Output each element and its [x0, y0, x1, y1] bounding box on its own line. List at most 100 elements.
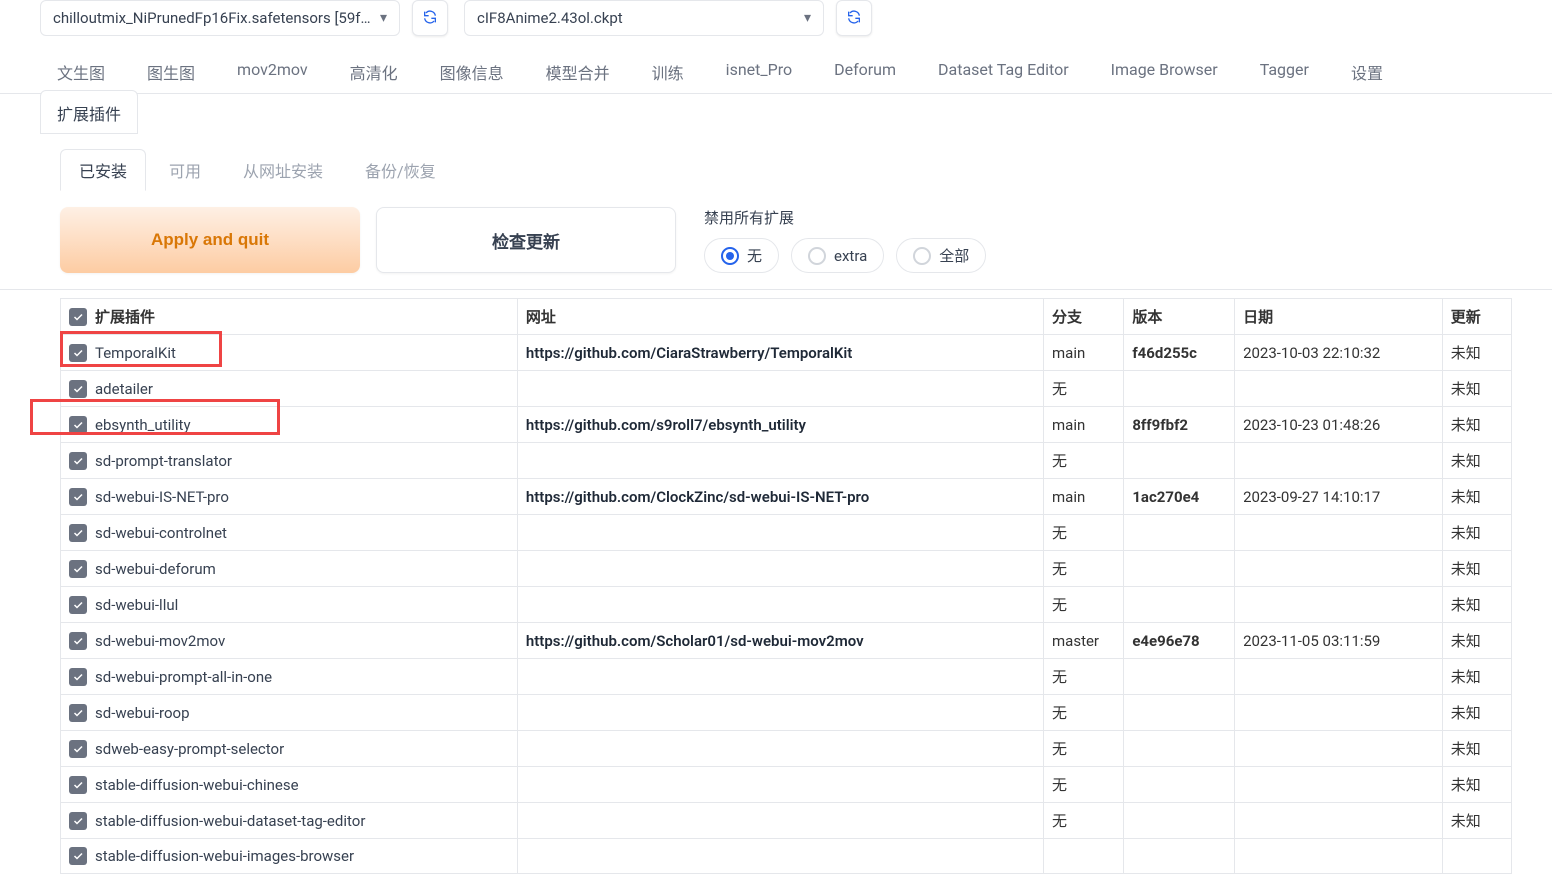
- table-row: sd-webui-deforum 无 未知: [61, 551, 1512, 587]
- extension-update: [1442, 839, 1511, 874]
- main-tab-4[interactable]: 图像信息: [423, 49, 521, 94]
- model-select-1[interactable]: chilloutmix_NiPrunedFp16Fix.safetensors …: [40, 0, 400, 36]
- extension-date: [1235, 731, 1443, 767]
- refresh-model-1-button[interactable]: [412, 0, 448, 36]
- extension-version: [1124, 443, 1235, 479]
- th-name-text: 扩展插件: [95, 306, 155, 327]
- row-checkbox[interactable]: [69, 740, 87, 758]
- row-checkbox[interactable]: [69, 524, 87, 542]
- extension-url: [517, 767, 1043, 803]
- extension-branch: 无: [1044, 443, 1124, 479]
- row-checkbox[interactable]: [69, 416, 87, 434]
- refresh-model-2-button[interactable]: [836, 0, 872, 36]
- extension-branch: main: [1044, 407, 1124, 443]
- extension-date: [1235, 551, 1443, 587]
- extension-date: [1235, 371, 1443, 407]
- extension-branch: main: [1044, 479, 1124, 515]
- row-checkbox[interactable]: [69, 452, 87, 470]
- main-tab-1[interactable]: 图生图: [130, 49, 212, 94]
- model-select-2[interactable]: cIF8Anime2.43ol.ckpt ▾: [464, 0, 824, 36]
- select-all-checkbox[interactable]: [69, 308, 87, 326]
- extension-version: [1124, 839, 1235, 874]
- extension-url: [517, 803, 1043, 839]
- row-checkbox[interactable]: [69, 632, 87, 650]
- main-tab-5[interactable]: 模型合并: [529, 49, 627, 94]
- main-tab-9[interactable]: Dataset Tag Editor: [921, 49, 1086, 94]
- radio-circle: [721, 247, 739, 265]
- extension-version: 1ac270e4: [1124, 479, 1235, 515]
- extension-name: TemporalKit: [95, 344, 176, 362]
- extension-update: 未知: [1442, 551, 1511, 587]
- extension-url: [517, 839, 1043, 874]
- extension-url: [517, 695, 1043, 731]
- extension-name: sd-webui-IS-NET-pro: [95, 488, 229, 506]
- table-row: stable-diffusion-webui-dataset-tag-edito…: [61, 803, 1512, 839]
- table-row: sd-webui-llul无未知: [61, 587, 1512, 623]
- extension-branch: [1044, 839, 1124, 874]
- radio-circle: [913, 247, 931, 265]
- extension-branch: 无: [1044, 371, 1124, 407]
- extension-url: https://github.com/ClockZinc/sd-webui-IS…: [517, 479, 1043, 515]
- main-tab-extensions[interactable]: 扩展插件: [40, 90, 138, 134]
- extension-url: https://github.com/CiaraStrawberry/Tempo…: [517, 335, 1043, 371]
- extension-update: 未知: [1442, 371, 1511, 407]
- row-checkbox[interactable]: [69, 560, 87, 578]
- extension-branch: main: [1044, 335, 1124, 371]
- table-row: TemporalKit https://github.com/CiaraStraw…: [61, 335, 1512, 371]
- main-tab-2[interactable]: mov2mov: [220, 49, 325, 94]
- row-checkbox[interactable]: [69, 776, 87, 794]
- extension-version: e4e96e78: [1124, 623, 1235, 659]
- extension-name: sd-webui-deforum: [95, 560, 216, 578]
- table-row: sd-webui-mov2movhttps://github.com/Schol…: [61, 623, 1512, 659]
- row-checkbox[interactable]: [69, 704, 87, 722]
- disable-all-extensions-label: 禁用所有扩展: [704, 207, 986, 228]
- row-checkbox[interactable]: [69, 344, 87, 362]
- row-checkbox[interactable]: [69, 847, 87, 865]
- extension-branch: 无: [1044, 731, 1124, 767]
- extension-date: 2023-11-05 03:11:59: [1235, 623, 1443, 659]
- table-row: sdweb-easy-prompt-selector无未知: [61, 731, 1512, 767]
- main-tab-3[interactable]: 高清化: [333, 49, 415, 94]
- main-tab-6[interactable]: 训练: [635, 49, 701, 94]
- check-updates-button[interactable]: 检查更新: [376, 207, 676, 273]
- th-date: 日期: [1235, 299, 1443, 335]
- extension-update: 未知: [1442, 659, 1511, 695]
- row-checkbox[interactable]: [69, 812, 87, 830]
- extension-date: [1235, 443, 1443, 479]
- extensions-table: 扩展插件 网址 分支 版本 日期 更新 TemporalKithttps://g…: [60, 298, 1512, 874]
- disable-radio-1[interactable]: extra: [791, 238, 884, 273]
- extension-branch: 无: [1044, 803, 1124, 839]
- th-update: 更新: [1442, 299, 1511, 335]
- table-row: sd-webui-controlnet无未知: [61, 515, 1512, 551]
- extension-update: 未知: [1442, 587, 1511, 623]
- row-checkbox[interactable]: [69, 488, 87, 506]
- refresh-icon: [846, 9, 862, 28]
- disable-radio-0[interactable]: 无: [704, 238, 779, 273]
- main-tabs: 文生图图生图mov2mov高清化图像信息模型合并训练isnet_ProDefor…: [0, 48, 1552, 94]
- extension-branch: 无: [1044, 551, 1124, 587]
- th-name: 扩展插件: [61, 299, 518, 335]
- sub-tab-1[interactable]: 可用: [150, 149, 220, 191]
- row-checkbox[interactable]: [69, 668, 87, 686]
- main-tab-7[interactable]: isnet_Pro: [709, 49, 809, 94]
- main-tab-12[interactable]: 设置: [1334, 49, 1400, 94]
- extension-date: [1235, 767, 1443, 803]
- main-tab-8[interactable]: Deforum: [817, 49, 913, 94]
- sub-tab-0[interactable]: 已安装: [60, 149, 146, 191]
- extension-branch: 无: [1044, 515, 1124, 551]
- sub-tab-2[interactable]: 从网址安装: [224, 149, 342, 191]
- main-tab-10[interactable]: Image Browser: [1094, 49, 1235, 94]
- row-checkbox[interactable]: [69, 380, 87, 398]
- sub-tab-3[interactable]: 备份/恢复: [346, 149, 455, 191]
- chevron-down-icon: ▾: [380, 10, 387, 26]
- disable-radio-2[interactable]: 全部: [896, 238, 986, 273]
- extension-name: sd-webui-controlnet: [95, 524, 227, 542]
- row-checkbox[interactable]: [69, 596, 87, 614]
- extension-version: [1124, 767, 1235, 803]
- sub-tabs: 已安装可用从网址安装备份/恢复: [60, 149, 1512, 191]
- extension-url: [517, 551, 1043, 587]
- apply-and-quit-button[interactable]: Apply and quit: [60, 207, 360, 273]
- main-tab-0[interactable]: 文生图: [40, 49, 122, 94]
- th-url: 网址: [517, 299, 1043, 335]
- main-tab-11[interactable]: Tagger: [1243, 49, 1326, 94]
